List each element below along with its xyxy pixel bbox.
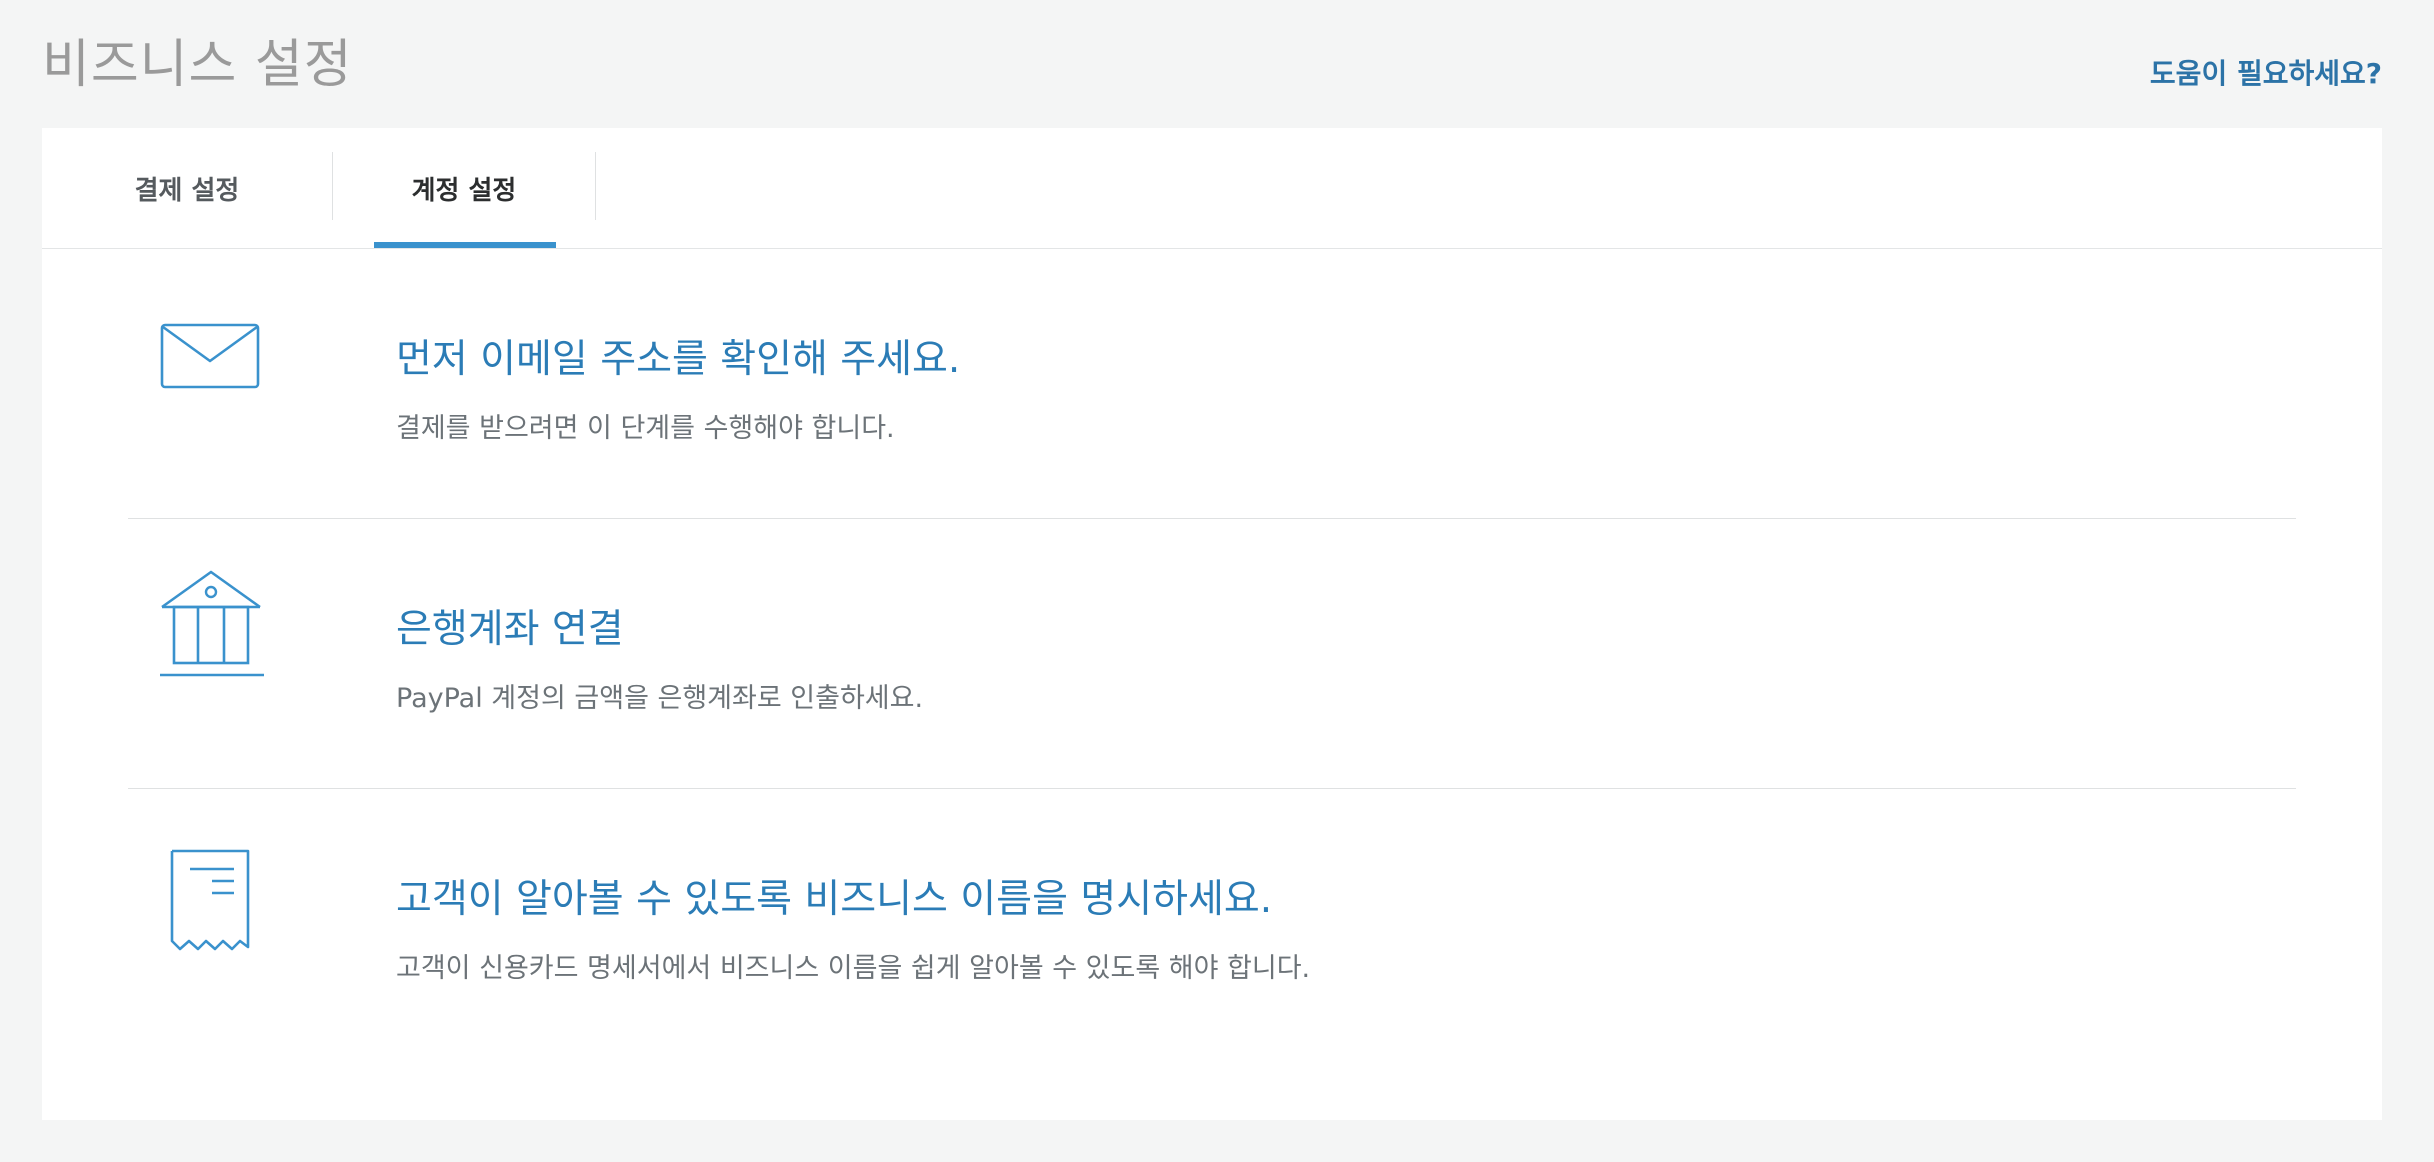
tab-payment-settings[interactable]: 결제 설정 <box>42 128 332 248</box>
tab-bar: 결제 설정 계정 설정 <box>42 128 2382 249</box>
envelope-icon <box>160 323 260 389</box>
tab-label: 결제 설정 <box>134 175 240 206</box>
task-list: 먼저 이메일 주소를 확인해 주세요. 결제를 받으려면 이 단계를 수행해야 … <box>42 249 2382 1059</box>
task-description: 고객이 신용카드 명세서에서 비즈니스 이름을 쉽게 알아볼 수 있도록 해야 … <box>396 953 1311 984</box>
task-description: PayPal 계정의 금액을 은행계좌로 인출하세요. <box>396 683 924 714</box>
task-business-name[interactable]: 고객이 알아볼 수 있도록 비즈니스 이름을 명시하세요. 고객이 신용카드 명… <box>128 789 2296 1059</box>
help-link[interactable]: 도움이 필요하세요? <box>2150 54 2382 94</box>
bank-icon <box>160 570 264 677</box>
active-tab-indicator <box>374 242 556 248</box>
settings-card: 결제 설정 계정 설정 먼저 이메일 주소를 확인해 주세요. 결제를 받으려면… <box>42 128 2382 1120</box>
task-link-bank[interactable]: 은행계좌 연결 PayPal 계정의 금액을 은행계좌로 인출하세요. <box>128 519 2296 789</box>
task-heading: 먼저 이메일 주소를 확인해 주세요. <box>396 337 961 382</box>
tab-account-settings[interactable]: 계정 설정 <box>333 128 595 248</box>
task-description: 결제를 받으려면 이 단계를 수행해야 합니다. <box>396 413 895 444</box>
task-verify-email[interactable]: 먼저 이메일 주소를 확인해 주세요. 결제를 받으려면 이 단계를 수행해야 … <box>128 249 2296 519</box>
page-title: 비즈니스 설정 <box>42 35 353 95</box>
task-heading: 은행계좌 연결 <box>396 607 624 652</box>
task-heading: 고객이 알아볼 수 있도록 비즈니스 이름을 명시하세요. <box>396 877 1273 922</box>
tab-divider <box>595 152 596 220</box>
tab-label: 계정 설정 <box>411 175 517 206</box>
receipt-icon <box>170 849 250 951</box>
